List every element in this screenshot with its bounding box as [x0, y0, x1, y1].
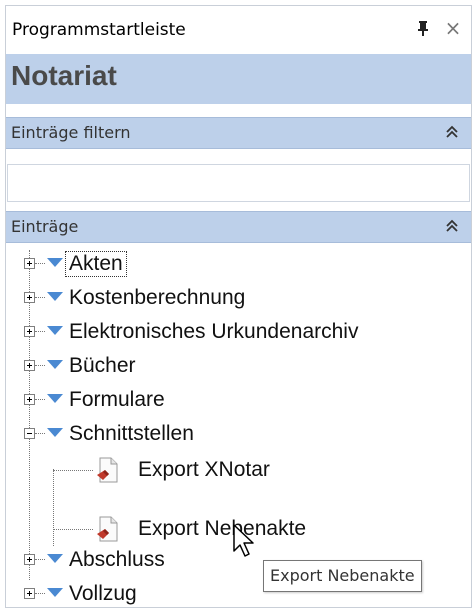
mouse-pointer-icon: [232, 523, 262, 559]
tree-item-kostenberechnung[interactable]: Kostenberechnung: [6, 284, 471, 316]
tree-child-label[interactable]: Export XNotar: [138, 458, 270, 482]
tree-child-label[interactable]: Export Nebenakte: [138, 517, 306, 541]
category-triangle-icon: [47, 258, 63, 267]
filter-input[interactable]: [7, 164, 470, 202]
tree-dotted-line: [53, 470, 93, 471]
tree-item-label[interactable]: Bücher: [69, 354, 136, 378]
tree-dotted-line: [35, 433, 45, 434]
tree-dotted-line: [35, 263, 45, 264]
expand-plus-icon[interactable]: [24, 394, 35, 405]
collapse-minus-icon[interactable]: [24, 428, 35, 439]
category-triangle-icon: [47, 588, 63, 597]
tree-item-label[interactable]: Abschluss: [69, 548, 165, 572]
tree-dotted-line: [35, 593, 45, 594]
tree-dotted-line: [35, 297, 45, 298]
tree-item-label[interactable]: Vollzug: [69, 582, 137, 606]
chevron-double-up-icon[interactable]: [445, 218, 459, 234]
expand-plus-icon[interactable]: [24, 554, 35, 565]
tree-item-buecher[interactable]: Bücher: [6, 352, 471, 384]
category-triangle-icon: [47, 292, 63, 301]
tree-item-label[interactable]: Formulare: [69, 388, 165, 412]
tree-item-label[interactable]: Kostenberechnung: [69, 286, 245, 310]
expand-plus-icon[interactable]: [24, 360, 35, 371]
tree-item-label[interactable]: Elektronisches Urkundenarchiv: [69, 320, 358, 344]
tree-item-schnittstellen[interactable]: Schnittstellen: [6, 420, 471, 452]
module-header: Notariat: [6, 54, 471, 104]
category-triangle-icon: [47, 326, 63, 335]
entries-section-header[interactable]: Einträge: [6, 211, 471, 243]
document-icon: [96, 516, 120, 542]
tree-dotted-line: [35, 331, 45, 332]
category-triangle-icon: [47, 360, 63, 369]
filter-section-label: Einträge filtern: [11, 123, 131, 142]
tree-item-formulare[interactable]: Formulare: [6, 386, 471, 418]
filter-section-header[interactable]: Einträge filtern: [6, 117, 471, 149]
chevron-double-up-icon[interactable]: [445, 124, 459, 140]
expand-plus-icon[interactable]: [24, 588, 35, 599]
pin-icon[interactable]: [414, 19, 432, 37]
entries-section-label: Einträge: [11, 217, 79, 236]
document-icon: [96, 457, 120, 483]
category-triangle-icon: [47, 428, 63, 437]
program-start-bar-panel: Programmstartleiste × Notariat Einträge …: [5, 5, 472, 608]
tree-item-akten[interactable]: Akten: [6, 250, 471, 282]
expand-plus-icon[interactable]: [24, 258, 35, 269]
module-title: Notariat: [11, 60, 117, 91]
tree-item-urkundenarchiv[interactable]: Elektronisches Urkundenarchiv: [6, 318, 471, 350]
tree-dotted-line: [35, 365, 45, 366]
close-icon[interactable]: ×: [443, 18, 463, 38]
tree-child-export-xnotar[interactable]: Export XNotar: [6, 453, 471, 487]
panel-titlebar: Programmstartleiste ×: [6, 6, 471, 54]
tree-item-label[interactable]: Schnittstellen: [69, 422, 194, 446]
expand-plus-icon[interactable]: [24, 292, 35, 303]
tree-dotted-line: [53, 529, 93, 530]
expand-plus-icon[interactable]: [24, 326, 35, 337]
tree-dotted-line: [35, 559, 45, 560]
tree-dotted-line: [35, 399, 45, 400]
category-triangle-icon: [47, 554, 63, 563]
tree-item-label[interactable]: Akten: [65, 251, 127, 277]
panel-title: Programmstartleiste: [12, 20, 186, 40]
tooltip: Export Nebenakte: [263, 560, 422, 592]
category-triangle-icon: [47, 394, 63, 403]
